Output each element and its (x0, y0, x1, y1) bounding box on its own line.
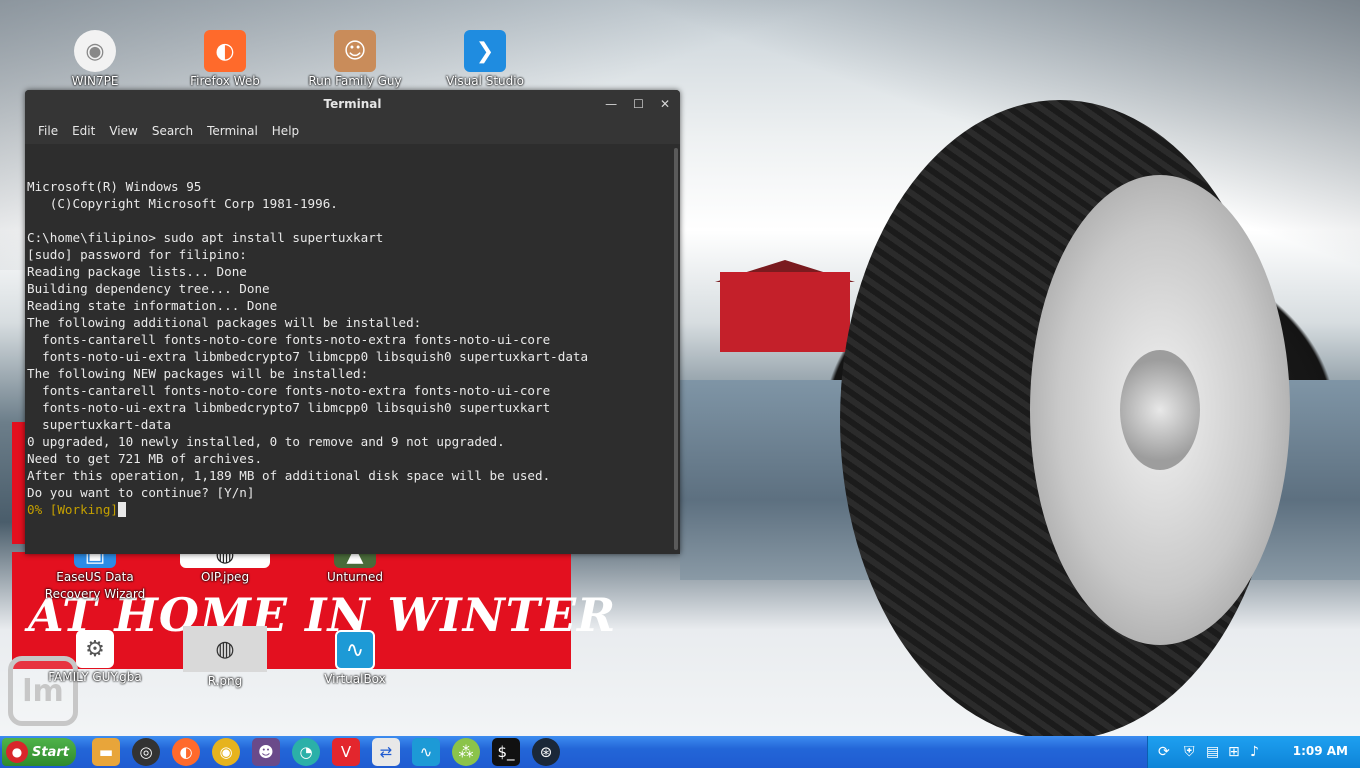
steam-icon[interactable]: ⊛ (532, 738, 560, 766)
taskbar: ● Start ▬ ◎ ◐ ◉ ☻ ◔ V ⇄ ∿ ⁂ $_ ⊛ ⟳ ⛨ ▤ ⊞… (0, 736, 1360, 768)
desktop-icon-r-png[interactable]: ◍ R.png (170, 626, 280, 689)
terminal-line: fonts-noto-ui-extra libmbedcrypto7 libmc… (27, 349, 589, 364)
image-file-icon: ◍ (183, 626, 267, 672)
scrollbar-thumb[interactable] (674, 148, 678, 550)
terminal-line: supertuxkart-data (27, 417, 172, 432)
monkey-app-icon[interactable]: ☻ (252, 738, 280, 766)
volume-icon[interactable]: ♪ (1250, 744, 1259, 760)
text-cursor (118, 502, 126, 517)
family-guy-icon: ☺ (334, 30, 376, 72)
terminal-menubar: File Edit View Search Terminal Help (25, 118, 680, 144)
minimize-icon[interactable]: — (605, 90, 617, 118)
terminal-output[interactable]: Microsoft(R) Windows 95 (C)Copyright Mic… (25, 144, 670, 554)
start-button[interactable]: ● Start (2, 738, 76, 766)
firefox-icon[interactable]: ◐ (172, 738, 200, 766)
desktop-icon-visual-studio[interactable]: ❯ Visual Studio (430, 30, 540, 89)
menu-edit[interactable]: Edit (65, 124, 102, 138)
terminal-line: fonts-noto-ui-extra libmbedcrypto7 libmc… (27, 400, 551, 415)
disc-icon: ◉ (74, 30, 116, 72)
virtualbox-icon[interactable]: ∿ (412, 738, 440, 766)
visual-studio-icon: ❯ (464, 30, 506, 72)
gear-icon: ⚙ (76, 630, 114, 668)
terminal-line: After this operation, 1,189 MB of additi… (27, 468, 551, 483)
firefox-icon: ◐ (204, 30, 246, 72)
terminal-line: Reading state information... Done (27, 298, 278, 313)
wallpaper-house (720, 272, 850, 352)
start-label: Start (32, 744, 69, 760)
angry-bird-icon: ● (6, 741, 28, 763)
terminal-progress-line: 0% [Working] (27, 501, 668, 518)
desktop-icon-virtualbox[interactable]: ∿ VirtualBox (300, 630, 410, 687)
terminal-line: fonts-cantarell fonts-noto-core fonts-no… (27, 383, 551, 398)
menu-terminal[interactable]: Terminal (200, 124, 265, 138)
desktop-icon-family-guy-gba[interactable]: ⚙ FAMILY GUY.gba (40, 630, 150, 685)
close-icon[interactable]: ✕ (660, 90, 670, 118)
terminal-line: The following NEW packages will be insta… (27, 366, 369, 381)
terminal-line: [sudo] password for filipino: (27, 247, 247, 262)
progress-text: 0% [Working] (27, 502, 118, 517)
terminal-line: Reading package lists... Done (27, 264, 247, 279)
remote-app-icon[interactable]: ⇄ (372, 738, 400, 766)
wallpaper-hub (1120, 350, 1200, 470)
terminal-window[interactable]: Terminal — ☐ ✕ File Edit View Search Ter… (25, 90, 680, 554)
terminal-line: Building dependency tree... Done (27, 281, 270, 296)
menu-view[interactable]: View (102, 124, 144, 138)
terminal-scrollbar[interactable] (670, 144, 680, 554)
desktop-icon-win7pe[interactable]: ◉ WIN7PE (40, 30, 150, 89)
file-manager-icon[interactable]: ▬ (92, 738, 120, 766)
system-tray: ⟳ ⛨ ▤ ⊞ ♪ 1:09 AM (1147, 736, 1360, 768)
terminal-line: Do you want to continue? [Y/n] (27, 485, 255, 500)
terminal-line: 0 upgraded, 10 newly installed, 0 to rem… (27, 434, 505, 449)
app-grid-icon[interactable]: ⁂ (452, 738, 480, 766)
obs-icon[interactable]: ◎ (132, 738, 160, 766)
update-manager-icon[interactable]: ⟳ (1158, 744, 1170, 760)
maximize-icon[interactable]: ☐ (633, 90, 644, 118)
window-title: Terminal (323, 97, 382, 111)
shield-icon[interactable]: ⛨ (1184, 744, 1195, 760)
terminal-line: Microsoft(R) Windows 95 (27, 179, 202, 194)
menu-file[interactable]: File (31, 124, 65, 138)
desktop-icon-family-guy[interactable]: ☺ Run Family Guy (300, 30, 410, 89)
desktop-icon-firefox[interactable]: ◐ Firefox Web (170, 30, 280, 89)
clipboard-icon[interactable]: ▤ (1206, 744, 1219, 760)
terminal-line: Need to get 721 MB of archives. (27, 451, 263, 466)
terminal-line: C:\home\filipino> sudo apt install super… (27, 230, 384, 245)
vivaldi-icon[interactable]: V (332, 738, 360, 766)
clock[interactable]: 1:09 AM (1293, 744, 1348, 758)
network-icon[interactable]: ⊞ (1228, 744, 1240, 760)
terminal-line: fonts-cantarell fonts-noto-core fonts-no… (27, 332, 551, 347)
edge-dev-icon[interactable]: ◔ (292, 738, 320, 766)
menu-help[interactable]: Help (265, 124, 306, 138)
terminal-icon[interactable]: $_ (492, 738, 520, 766)
terminal-line: The following additional packages will b… (27, 315, 422, 330)
menu-search[interactable]: Search (145, 124, 200, 138)
virtualbox-icon: ∿ (335, 630, 375, 670)
terminal-line: (C)Copyright Microsoft Corp 1981-1996. (27, 196, 338, 211)
terminal-titlebar[interactable]: Terminal — ☐ ✕ (25, 90, 680, 118)
chrome-icon[interactable]: ◉ (212, 738, 240, 766)
